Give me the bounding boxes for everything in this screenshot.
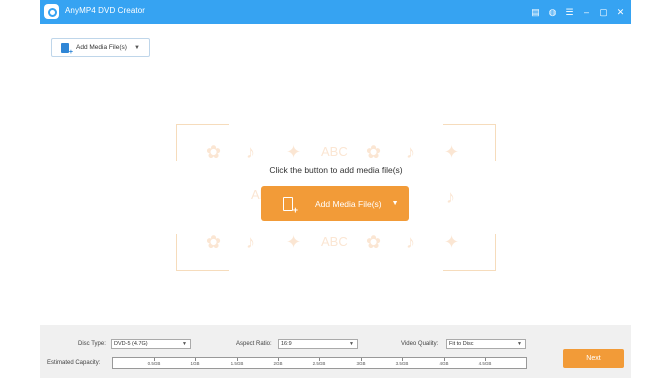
- capacity-tick: 1.5GB: [230, 361, 244, 366]
- microphone-icon: ♪: [246, 232, 255, 252]
- chevron-down-icon[interactable]: ▼: [134, 45, 140, 51]
- app-window: AnyMP4 DVD Creator ▤ ◍ ☰ – ▢ ✕ Add Media…: [40, 0, 631, 378]
- capacity-bar: 0.5GB 1GB 1.5GB 2GB 2.5GB 3GB 3.5GB 4GB …: [112, 357, 527, 369]
- title-bar: AnyMP4 DVD Creator ▤ ◍ ☰ – ▢ ✕: [40, 0, 631, 24]
- add-file-icon: [61, 42, 73, 56]
- chevron-down-icon: ▼: [517, 341, 522, 347]
- microphone-icon: ♪: [406, 232, 415, 252]
- app-title: AnyMP4 DVD Creator: [65, 6, 146, 15]
- menu-icon[interactable]: ☰: [563, 5, 576, 19]
- drop-zone[interactable]: ✿ ♪ ✦ ABC ✿ ♪ ✦ ABC ♪ ✿ ♪ ✦ ABC ✿ ♪ ✦ Cl…: [176, 124, 496, 271]
- app-logo-icon: [44, 4, 59, 19]
- maximize-icon[interactable]: ▢: [597, 5, 610, 19]
- disc-type-label: Disc Type:: [78, 341, 106, 347]
- capacity-tick: 1GB: [190, 361, 200, 366]
- next-button[interactable]: Next: [563, 349, 624, 368]
- film-reel-icon: ✿: [366, 142, 382, 162]
- chevron-down-icon[interactable]: ▼: [392, 200, 399, 207]
- capacity-tick: 3GB: [356, 361, 366, 366]
- sparkle-icon: ✦: [444, 142, 460, 162]
- sparkle-icon: ✦: [444, 232, 460, 252]
- abc-text-icon: ABC: [321, 234, 348, 249]
- window-controls: ▤ ◍ ☰ – ▢ ✕: [529, 5, 627, 19]
- cart-icon[interactable]: ▤: [529, 5, 542, 19]
- add-media-hint: Click the button to add media file(s): [269, 165, 403, 175]
- add-media-main-label: Add Media File(s): [315, 198, 382, 209]
- microphone-icon: ♪: [246, 142, 255, 162]
- disc-type-select[interactable]: DVD-5 (4.7G) ▼: [111, 339, 191, 349]
- video-quality-label: Video Quality:: [401, 341, 439, 347]
- microphone-icon: ♪: [406, 142, 415, 162]
- abc-text-icon: ABC: [321, 144, 348, 159]
- disc-type-value: DVD-5 (4.7G): [114, 341, 148, 347]
- capacity-tick: 4.5GB: [478, 361, 492, 366]
- aspect-ratio-select[interactable]: 16:9 ▼: [278, 339, 358, 349]
- feedback-icon[interactable]: ◍: [546, 5, 559, 19]
- add-media-button[interactable]: Add Media File(s) ▼: [51, 38, 150, 57]
- bottom-panel: Disc Type: DVD-5 (4.7G) ▼ Aspect Ratio: …: [40, 325, 631, 378]
- minimize-icon[interactable]: –: [580, 5, 593, 19]
- capacity-tick: 2GB: [273, 361, 283, 366]
- aspect-ratio-label: Aspect Ratio:: [236, 341, 272, 347]
- close-icon[interactable]: ✕: [614, 5, 627, 19]
- film-reel-icon: ✿: [366, 232, 382, 252]
- video-quality-select[interactable]: Fit to Disc ▼: [446, 339, 526, 349]
- chevron-down-icon: ▼: [182, 341, 187, 347]
- sparkle-icon: ✦: [286, 232, 302, 252]
- film-reel-icon: ✿: [206, 142, 222, 162]
- add-media-main-button[interactable]: Add Media File(s) ▼: [261, 186, 409, 221]
- video-quality-value: Fit to Disc: [449, 341, 474, 347]
- capacity-tick: 4GB: [439, 361, 449, 366]
- capacity-tick: 3.5GB: [395, 361, 409, 366]
- aspect-ratio-value: 16:9: [281, 341, 292, 347]
- estimated-capacity-label: Estimated Capacity:: [47, 360, 101, 366]
- chevron-down-icon: ▼: [349, 341, 354, 347]
- film-reel-icon: ✿: [206, 232, 222, 252]
- add-media-label: Add Media File(s): [76, 44, 127, 51]
- capacity-tick: 2.5GB: [312, 361, 326, 366]
- add-file-icon: [283, 196, 298, 215]
- microphone-icon: ♪: [446, 187, 455, 207]
- sparkle-icon: ✦: [286, 142, 302, 162]
- capacity-tick: 0.5GB: [147, 361, 161, 366]
